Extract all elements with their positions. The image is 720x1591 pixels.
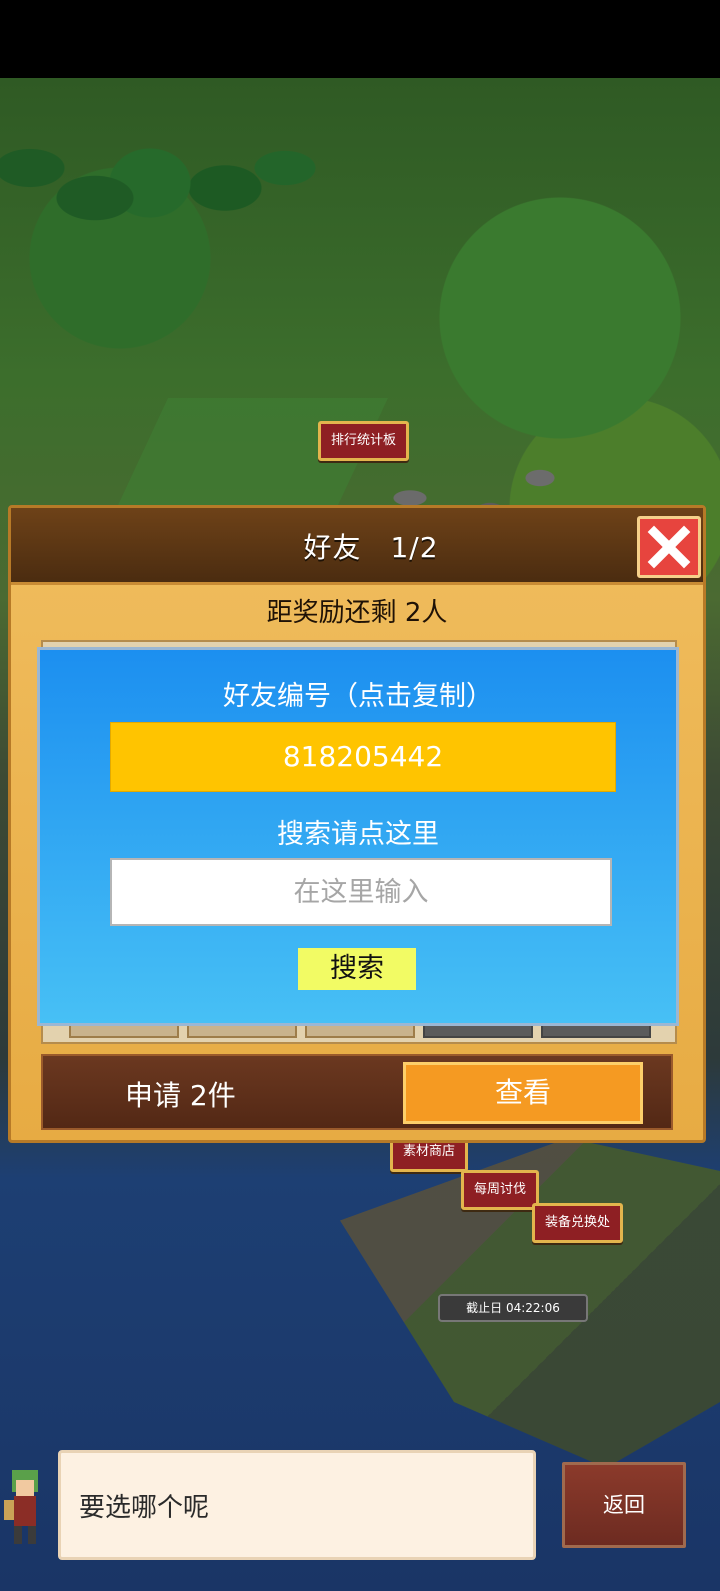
- chat-message: 要选哪个呢: [79, 1493, 210, 1523]
- back-button[interactable]: 返回: [562, 1462, 686, 1548]
- reward-remaining-text: 距奖励还剩 2人: [266, 598, 448, 628]
- view-requests-button[interactable]: 查看: [403, 1062, 643, 1124]
- friend-search-input[interactable]: [110, 858, 612, 926]
- character-avatar: [0, 1452, 56, 1552]
- friend-id-label: 好友编号（点击复制）: [223, 681, 493, 712]
- close-button[interactable]: [637, 516, 701, 578]
- status-bar: [0, 0, 720, 78]
- close-icon: [647, 525, 691, 569]
- search-button[interactable]: 搜索: [298, 948, 416, 990]
- equipment-exchange-sign[interactable]: 装备兑换处: [532, 1203, 624, 1243]
- chat-bubble: 要选哪个呢: [58, 1450, 536, 1560]
- search-label: 搜索请点这里: [277, 819, 439, 850]
- friend-id-panel: 好友编号（点击复制） 818205442 搜索请点这里 搜索: [37, 647, 679, 1026]
- request-bar: 申请 2件 查看: [41, 1054, 673, 1130]
- request-count-text: 申请 2件: [125, 1079, 236, 1112]
- forest-area: [0, 78, 320, 328]
- dialog-header: 好友 1/2: [11, 508, 703, 585]
- deadline-timer: 截止日 04:22:06: [438, 1294, 588, 1322]
- friend-id-copy-button[interactable]: 818205442: [110, 722, 616, 792]
- dialog-title: 好友 1/2: [303, 531, 439, 564]
- ranking-board-sign[interactable]: 排行统计板: [318, 421, 410, 461]
- weekly-hunt-sign[interactable]: 每周讨伐: [461, 1170, 540, 1210]
